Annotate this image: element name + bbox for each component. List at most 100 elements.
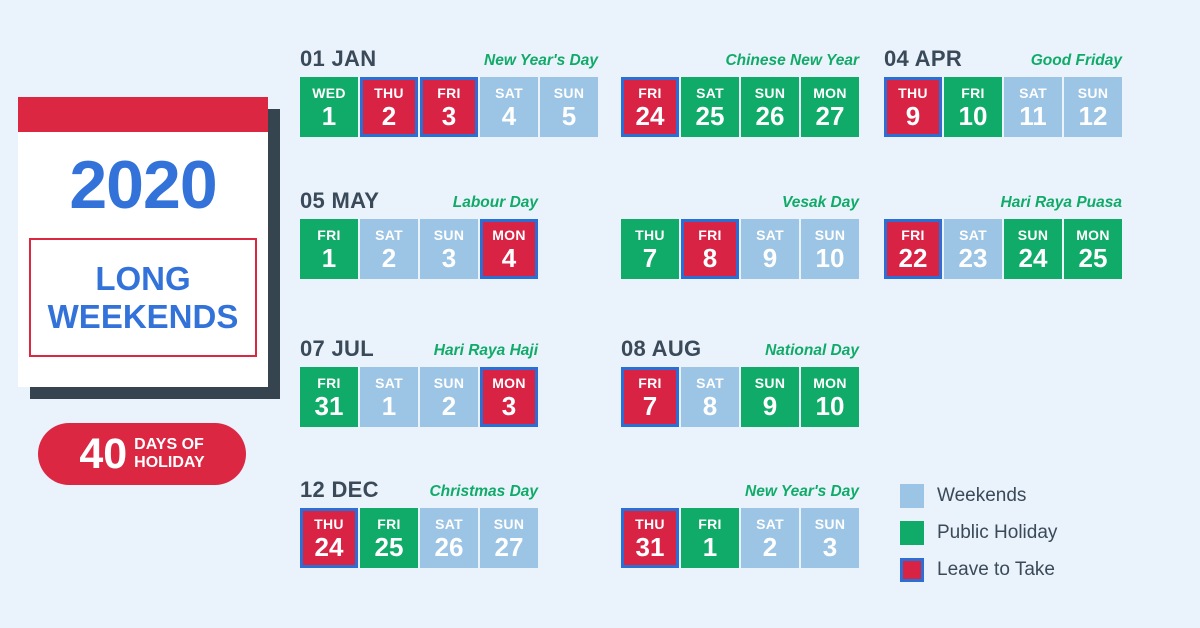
holiday-group-header: Vesak Day: [621, 186, 859, 214]
day-cell-weekend: SAT 1: [360, 367, 418, 427]
day-row: WED 1 THU 2 FRI 3 SAT 4 SUN 5: [300, 77, 598, 137]
day-number-label: 25: [695, 100, 725, 131]
holiday-name-label: Hari Raya Puasa: [1000, 194, 1123, 211]
day-of-week-label: SAT: [756, 515, 784, 532]
day-number-label: 2: [381, 100, 397, 131]
holiday-group: 01 JAN New Year's Day WED 1 THU 2 FRI 3 SAT 4 SUN 5: [300, 44, 598, 137]
month-label: 01 JAN: [300, 46, 377, 71]
day-of-week-label: FRI: [437, 84, 461, 101]
long-weekends-line-1: LONG: [95, 260, 191, 298]
holiday-group: 05 MAY Labour Day FRI 1 SAT 2 SUN 3 MON 4: [300, 186, 538, 279]
day-number-label: 3: [441, 100, 457, 131]
day-number-label: 25: [374, 531, 404, 562]
day-number-label: 3: [822, 531, 838, 562]
year-label: 2020: [69, 147, 217, 223]
day-cell-weekend: SAT 4: [480, 77, 538, 137]
long-weekends-line-2: WEEKENDS: [47, 297, 239, 335]
holiday-name-label: New Year's Day: [745, 483, 859, 500]
day-of-week-label: SAT: [696, 374, 724, 391]
day-cell-public: MON 10: [801, 367, 859, 427]
day-number-label: 4: [501, 242, 517, 273]
day-of-week-label: SUN: [754, 374, 786, 391]
day-number-label: 1: [702, 531, 718, 562]
day-number-label: 5: [561, 100, 577, 131]
day-cell-weekend: SUN 10: [801, 219, 859, 279]
day-number-label: 11: [1019, 100, 1047, 131]
day-of-week-label: SAT: [375, 226, 403, 243]
holiday-name-label: National Day: [765, 342, 859, 359]
day-cell-weekend: SUN 3: [420, 219, 478, 279]
day-row: THU 31 FRI 1 SAT 2 SUN 3: [621, 508, 859, 568]
day-cell-leave: MON 4: [480, 219, 538, 279]
holiday-group-header: Chinese New Year: [621, 44, 859, 72]
day-number-label: 2: [381, 242, 397, 273]
day-number-label: 12: [1078, 100, 1108, 131]
holiday-group-header: 07 JUL Hari Raya Haji: [300, 334, 538, 362]
day-number-label: 24: [314, 531, 344, 562]
holiday-group-header: Hari Raya Puasa: [884, 186, 1123, 214]
holiday-group-header: 01 JAN New Year's Day: [300, 44, 598, 72]
day-of-week-label: WED: [312, 84, 346, 101]
day-cell-leave: THU 24: [300, 508, 358, 568]
badge-caption-line-2: HOLIDAY: [134, 454, 205, 471]
day-number-label: 26: [755, 100, 785, 131]
day-cell-public: SUN 24: [1004, 219, 1062, 279]
day-cell-weekend: SUN 12: [1064, 77, 1122, 137]
day-number-label: 4: [501, 100, 517, 131]
day-row: FRI 7 SAT 8 SUN 9 MON 10: [621, 367, 859, 427]
month-label: 08 AUG: [621, 336, 702, 361]
day-of-week-label: FRI: [317, 226, 341, 243]
day-number-label: 7: [642, 390, 658, 421]
day-of-week-label: SUN: [553, 84, 585, 101]
day-of-week-label: MON: [813, 374, 847, 391]
day-of-week-label: MON: [492, 374, 526, 391]
day-of-week-label: FRI: [901, 226, 925, 243]
day-of-week-label: SUN: [754, 84, 786, 101]
day-cell-leave: FRI 3: [420, 77, 478, 137]
day-cell-public: FRI 1: [681, 508, 739, 568]
day-number-label: 31: [314, 390, 344, 421]
day-of-week-label: SAT: [696, 84, 724, 101]
day-number-label: 2: [441, 390, 457, 421]
days-of-holiday-badge: 40 DAYS OF HOLIDAY: [38, 423, 246, 485]
day-number-label: 3: [441, 242, 457, 273]
calendar-top-bar: [18, 97, 268, 132]
day-of-week-label: MON: [1076, 226, 1110, 243]
day-cell-public: FRI 10: [944, 77, 1002, 137]
day-number-label: 1: [321, 100, 337, 131]
legend: Weekends Public Holiday Leave to Take: [900, 477, 1057, 588]
badge-caption: DAYS OF HOLIDAY: [134, 436, 205, 471]
day-cell-weekend: SAT 2: [741, 508, 799, 568]
day-of-week-label: FRI: [961, 84, 985, 101]
legend-item: Public Holiday: [900, 514, 1057, 551]
day-cell-weekend: SAT 23: [944, 219, 1002, 279]
holiday-group-header: 05 MAY Labour Day: [300, 186, 538, 214]
day-number-label: 27: [494, 531, 524, 562]
day-cell-weekend: SAT 9: [741, 219, 799, 279]
day-number-label: 23: [958, 242, 988, 273]
legend-swatch-leave: [900, 557, 924, 582]
holiday-group-header: New Year's Day: [621, 475, 859, 503]
day-cell-weekend: SUN 27: [480, 508, 538, 568]
day-of-week-label: SAT: [495, 84, 523, 101]
holiday-name-label: Good Friday: [1030, 52, 1122, 69]
month-label: 05 MAY: [300, 188, 380, 213]
day-number-label: 24: [635, 100, 665, 131]
day-number-label: 9: [762, 390, 778, 421]
holiday-group-header: 08 AUG National Day: [621, 334, 859, 362]
day-of-week-label: FRI: [698, 515, 722, 532]
holiday-name-label: Vesak Day: [782, 194, 859, 211]
left-panel: 2020 LONG WEEKENDS 40 DAYS OF HOLIDAY: [0, 0, 285, 628]
day-row: THU 7 FRI 8 SAT 9 SUN 10: [621, 219, 859, 279]
day-number-label: 10: [815, 242, 845, 273]
day-cell-weekend: SAT 26: [420, 508, 478, 568]
day-cell-weekend: SUN 2: [420, 367, 478, 427]
day-cell-public: MON 27: [801, 77, 859, 137]
day-row: FRI 31 SAT 1 SUN 2 MON 3: [300, 367, 538, 427]
holiday-group: Hari Raya Puasa FRI 22 SAT 23 SUN 24 MON 25: [884, 186, 1122, 279]
day-of-week-label: THU: [314, 515, 344, 532]
holiday-name-label: Hari Raya Haji: [433, 342, 538, 359]
day-number-label: 7: [642, 242, 658, 273]
day-cell-public: THU 7: [621, 219, 679, 279]
day-of-week-label: SUN: [433, 374, 465, 391]
